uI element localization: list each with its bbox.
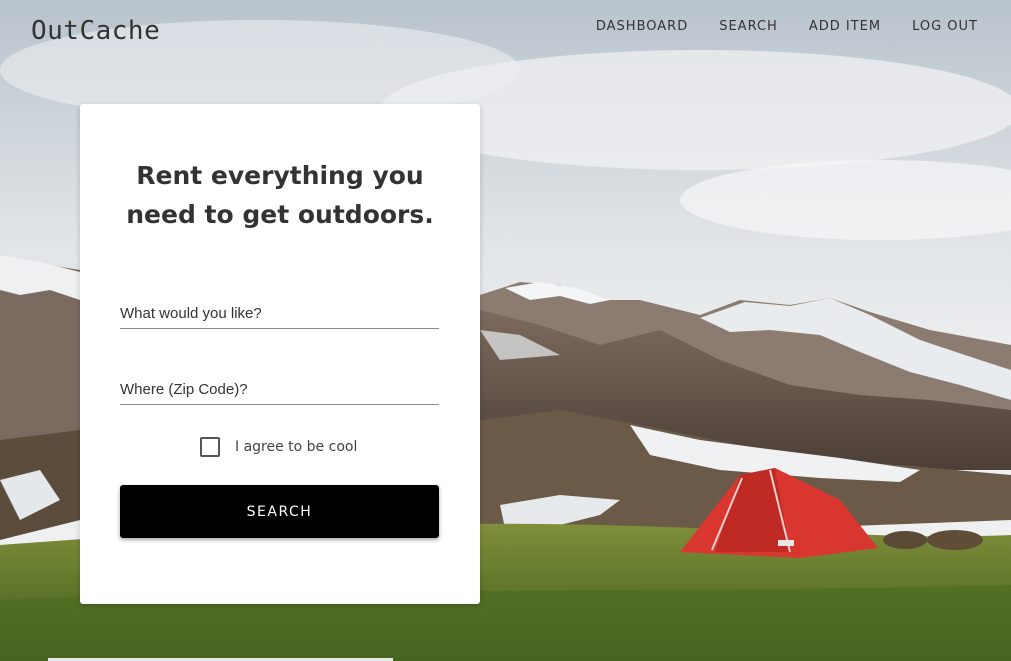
top-navigation: DASHBOARD SEARCH ADD ITEM LOG OUT bbox=[596, 19, 978, 34]
headline-line-2: need to get outdoors. bbox=[126, 200, 434, 229]
item-search-input[interactable] bbox=[120, 293, 439, 328]
app-logo[interactable]: OutCache bbox=[31, 16, 160, 46]
nav-dashboard-link[interactable]: DASHBOARD bbox=[596, 19, 688, 34]
search-button[interactable]: SEARCH bbox=[120, 485, 439, 538]
card-headline: Rent everything you need to get outdoors… bbox=[80, 156, 480, 234]
search-card: Rent everything you need to get outdoors… bbox=[80, 104, 480, 604]
nav-log-out-link[interactable]: LOG OUT bbox=[912, 19, 978, 34]
zip-field-wrapper bbox=[120, 369, 439, 405]
agree-row: I agree to be cool bbox=[200, 437, 357, 457]
nav-add-item-link[interactable]: ADD ITEM bbox=[809, 19, 881, 34]
zip-code-input[interactable] bbox=[120, 369, 439, 404]
nav-search-link[interactable]: SEARCH bbox=[719, 19, 778, 34]
agree-checkbox[interactable] bbox=[200, 437, 220, 457]
agree-label: I agree to be cool bbox=[235, 439, 358, 455]
item-field-wrapper bbox=[120, 293, 439, 329]
headline-line-1: Rent everything you bbox=[136, 161, 424, 190]
